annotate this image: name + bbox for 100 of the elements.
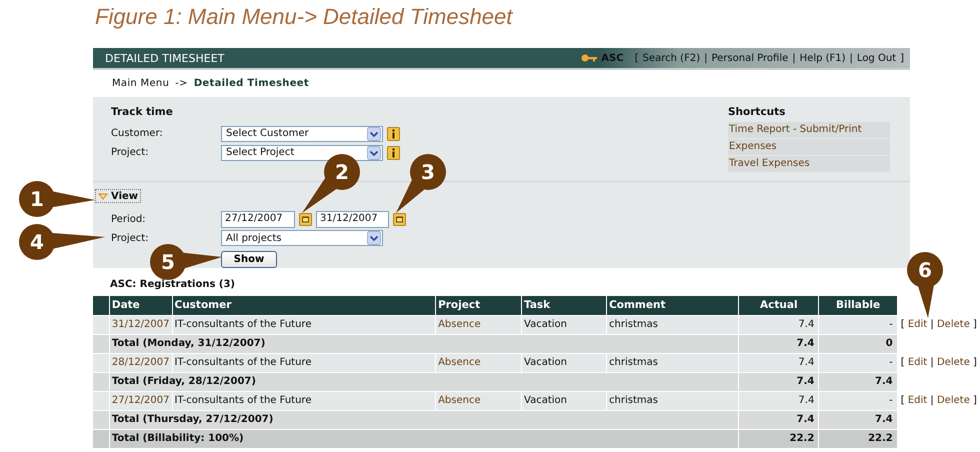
chevron-down-icon — [367, 231, 381, 245]
link-separator: | — [930, 395, 934, 406]
link-separator: | — [792, 52, 796, 64]
table-cell: Vacation — [522, 353, 607, 372]
total-label: Total (Monday, 31/12/2007) — [109, 334, 739, 353]
column-header[interactable]: Task — [522, 296, 607, 315]
section-title: Shortcuts — [728, 106, 786, 120]
calendar-icon[interactable] — [393, 212, 406, 226]
user-name: ASC — [601, 52, 624, 64]
date-link[interactable]: 31/12/2007 — [109, 315, 172, 334]
table-cell: IT-consultants of the Future — [172, 391, 436, 410]
total-cell: 7.4 — [738, 372, 819, 391]
table-cell: IT-consultants of the Future — [172, 353, 436, 372]
total-cell: 7.4 — [818, 410, 898, 429]
dropdown-field[interactable]: All projects — [221, 230, 383, 246]
edit-link[interactable]: Edit — [908, 318, 928, 330]
table-cell: IT-consultants of the Future — [172, 315, 436, 334]
header-link[interactable]: Search (F2) — [642, 52, 700, 64]
chevron-down-icon — [367, 146, 381, 160]
table-cell: - — [818, 353, 898, 372]
edit-link[interactable]: Edit — [908, 357, 928, 368]
total-cell: 22.2 — [818, 429, 898, 448]
show-button[interactable]: Show — [221, 250, 277, 268]
callout-number: 2 — [335, 160, 349, 184]
page-title: DETAILED TIMESHEET — [105, 52, 224, 64]
shortcut-link[interactable]: Expenses — [728, 139, 890, 155]
bracket: ] — [973, 395, 977, 406]
date-field[interactable]: 27/12/2007 — [221, 210, 295, 228]
header-link[interactable]: Personal Profile — [711, 52, 788, 64]
table-cell: Vacation — [522, 391, 607, 410]
callout-number: 1 — [30, 187, 44, 211]
table-cell: christmas — [606, 353, 739, 372]
total-cell: 7.4 — [738, 334, 819, 353]
breadcrumb-link[interactable]: Main Menu — [112, 78, 170, 89]
table-cell: christmas — [606, 315, 739, 334]
field-label: Customer: — [110, 128, 164, 139]
delete-link[interactable]: Delete — [936, 318, 970, 330]
dropdown-field[interactable]: Select Project — [221, 144, 383, 160]
calendar-icon[interactable] — [299, 212, 312, 226]
total-cell: 7.4 — [738, 410, 819, 429]
project-link[interactable]: Absence — [436, 353, 522, 372]
bracket: [ — [900, 395, 905, 406]
header-link[interactable]: Log Out — [856, 52, 896, 64]
column-header[interactable]: Comment — [606, 296, 739, 315]
callout-number: 4 — [30, 230, 44, 254]
breadcrumb-separator: -> — [175, 78, 188, 89]
table-cell: christmas — [606, 391, 739, 410]
field-label: Project: — [110, 232, 150, 244]
bracket: ] — [900, 52, 904, 64]
callout-number: 6 — [918, 258, 932, 282]
bracket: ] — [973, 357, 977, 368]
column-header[interactable]: Date — [109, 296, 172, 315]
field-label: Project: — [110, 147, 150, 158]
column-header[interactable]: Billable — [818, 296, 898, 315]
column-header[interactable]: Actual — [738, 296, 819, 315]
key-icon — [581, 54, 598, 62]
table-cell: - — [818, 315, 898, 334]
dropdown-field[interactable]: Select Customer — [221, 126, 383, 142]
link-separator: | — [704, 52, 708, 64]
table-cell: 7.4 — [738, 353, 819, 372]
delete-link[interactable]: Delete — [936, 395, 970, 406]
table-cell: Vacation — [522, 315, 607, 334]
project-link[interactable]: Absence — [436, 315, 522, 334]
date-field[interactable]: 31/12/2007 — [316, 210, 389, 228]
shortcut-link[interactable]: Time Report - Submit/Print — [728, 122, 890, 138]
total-label: Total (Friday, 28/12/2007) — [109, 372, 739, 391]
shortcut-link[interactable]: Travel Expenses — [728, 156, 890, 172]
date-link[interactable]: 27/12/2007 — [109, 391, 172, 410]
project-link[interactable]: Absence — [436, 391, 522, 410]
bracket: [ — [634, 52, 639, 64]
breadcrumb-current: Detailed Timesheet — [194, 78, 309, 89]
callout-number: 5 — [161, 250, 175, 274]
callout-number: 3 — [421, 160, 435, 184]
table-title: ASC: Registrations (3) — [110, 279, 236, 290]
bracket: [ — [900, 318, 905, 330]
header-link[interactable]: Help (F1) — [800, 52, 846, 64]
total-label: Total (Billability: 100%) — [109, 429, 739, 448]
total-cell: 0 — [818, 334, 898, 353]
date-link[interactable]: 28/12/2007 — [109, 353, 172, 372]
bracket: ] — [973, 318, 977, 330]
total-cell: 7.4 — [818, 372, 898, 391]
table-cell: - — [818, 391, 898, 410]
view-toggle[interactable]: View — [95, 189, 142, 203]
edit-link[interactable]: Edit — [908, 395, 928, 406]
column-header[interactable]: Customer — [172, 296, 436, 315]
info-icon[interactable] — [387, 146, 400, 160]
field-label: Period: — [110, 214, 147, 224]
link-separator: | — [930, 357, 934, 368]
chevron-down-icon — [367, 126, 381, 140]
bracket: [ — [900, 357, 905, 368]
table-cell: 7.4 — [738, 315, 819, 334]
info-icon[interactable] — [387, 126, 400, 140]
table-cell: 7.4 — [738, 391, 819, 410]
delete-link[interactable]: Delete — [936, 357, 970, 368]
column-header[interactable]: Project — [436, 296, 522, 315]
total-label: Total (Thursday, 27/12/2007) — [109, 410, 739, 429]
link-separator: | — [930, 318, 934, 330]
figure-caption: Figure 1: Main Menu-> Detailed Timesheet — [95, 4, 512, 29]
total-cell: 22.2 — [738, 429, 819, 448]
section-title: Track time — [111, 106, 174, 120]
